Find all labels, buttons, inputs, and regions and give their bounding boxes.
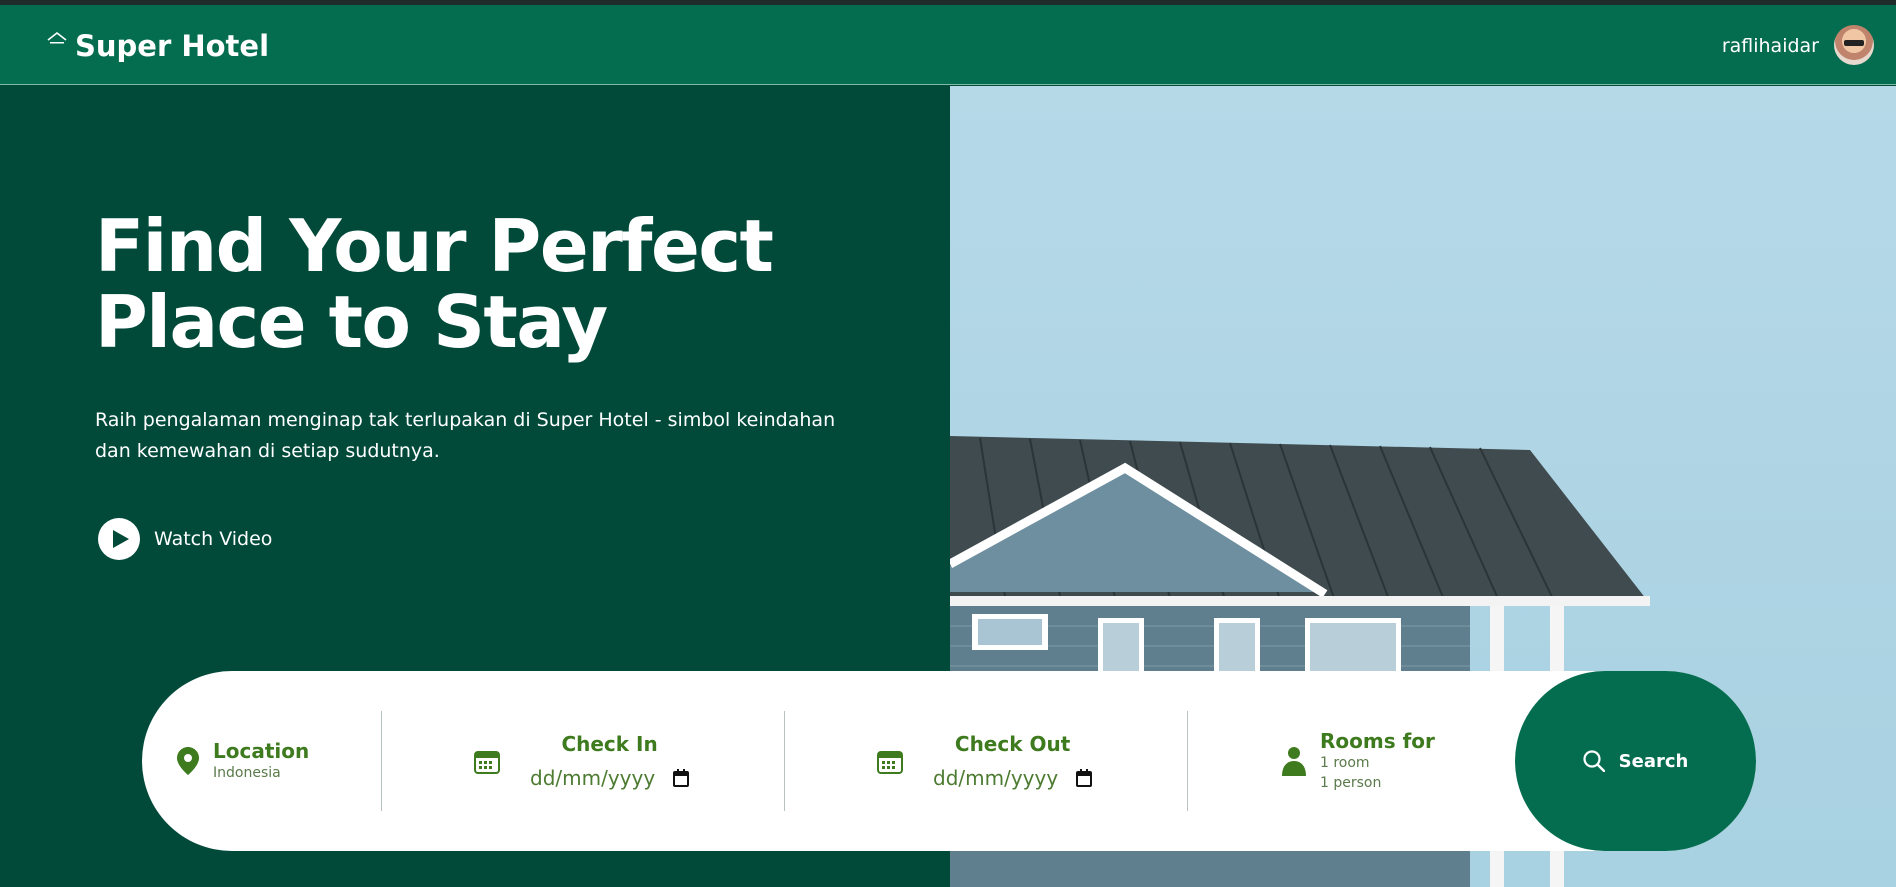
- check-out-field[interactable]: Check Out dd/mm/yyyy: [877, 671, 1093, 851]
- calendar-picker-icon[interactable]: [673, 769, 690, 787]
- search-bar: Location Indonesia Check In dd/mm/yyyy C…: [142, 671, 1756, 851]
- hotel-logo-icon[interactable]: [46, 31, 68, 45]
- map-pin-icon: [177, 747, 199, 775]
- rooms-title: Rooms for: [1320, 729, 1435, 753]
- location-value: Indonesia: [213, 765, 281, 781]
- search-divider: [381, 711, 382, 811]
- brand-name[interactable]: Super Hotel: [75, 29, 269, 63]
- location-title: Location: [213, 739, 310, 763]
- user-avatar[interactable]: [1834, 25, 1874, 65]
- search-divider: [1187, 711, 1188, 811]
- calendar-icon: [474, 751, 500, 774]
- check-out-title: Check Out: [954, 732, 1071, 756]
- calendar-icon: [877, 751, 903, 774]
- hero-title-line2: Place to Stay: [95, 280, 608, 364]
- check-in-field[interactable]: Check In dd/mm/yyyy: [474, 671, 690, 851]
- persons-count: 1 person: [1320, 775, 1382, 791]
- location-field[interactable]: Location Indonesia: [177, 671, 309, 851]
- person-icon: [1282, 747, 1306, 776]
- play-icon[interactable]: [98, 518, 140, 560]
- search-button[interactable]: Search: [1515, 671, 1756, 851]
- check-out-date-input[interactable]: dd/mm/yyyy: [933, 766, 1093, 790]
- rooms-count: 1 room: [1320, 755, 1370, 771]
- search-divider: [784, 711, 785, 811]
- check-out-placeholder: dd/mm/yyyy: [933, 766, 1059, 790]
- search-button-label[interactable]: Search: [1619, 751, 1689, 772]
- calendar-picker-icon[interactable]: [1076, 769, 1093, 787]
- hero-title: Find Your Perfect Place to Stay: [95, 208, 795, 360]
- hero-subtitle: Raih pengalaman menginap tak terlupakan …: [95, 409, 836, 462]
- rooms-field[interactable]: Rooms for 1 room 1 person: [1282, 671, 1435, 851]
- check-in-placeholder: dd/mm/yyyy: [530, 766, 656, 790]
- watch-video-label[interactable]: Watch Video: [154, 528, 272, 550]
- navbar: Super Hotel raflihaidar: [0, 5, 1896, 85]
- hero-title-line1: Find Your Perfect: [95, 204, 774, 288]
- watch-video-button[interactable]: Watch Video: [98, 518, 272, 560]
- username-label[interactable]: raflihaidar: [1722, 35, 1819, 57]
- check-in-date-input[interactable]: dd/mm/yyyy: [530, 766, 690, 790]
- search-icon: [1583, 750, 1605, 772]
- check-in-title: Check In: [561, 732, 658, 756]
